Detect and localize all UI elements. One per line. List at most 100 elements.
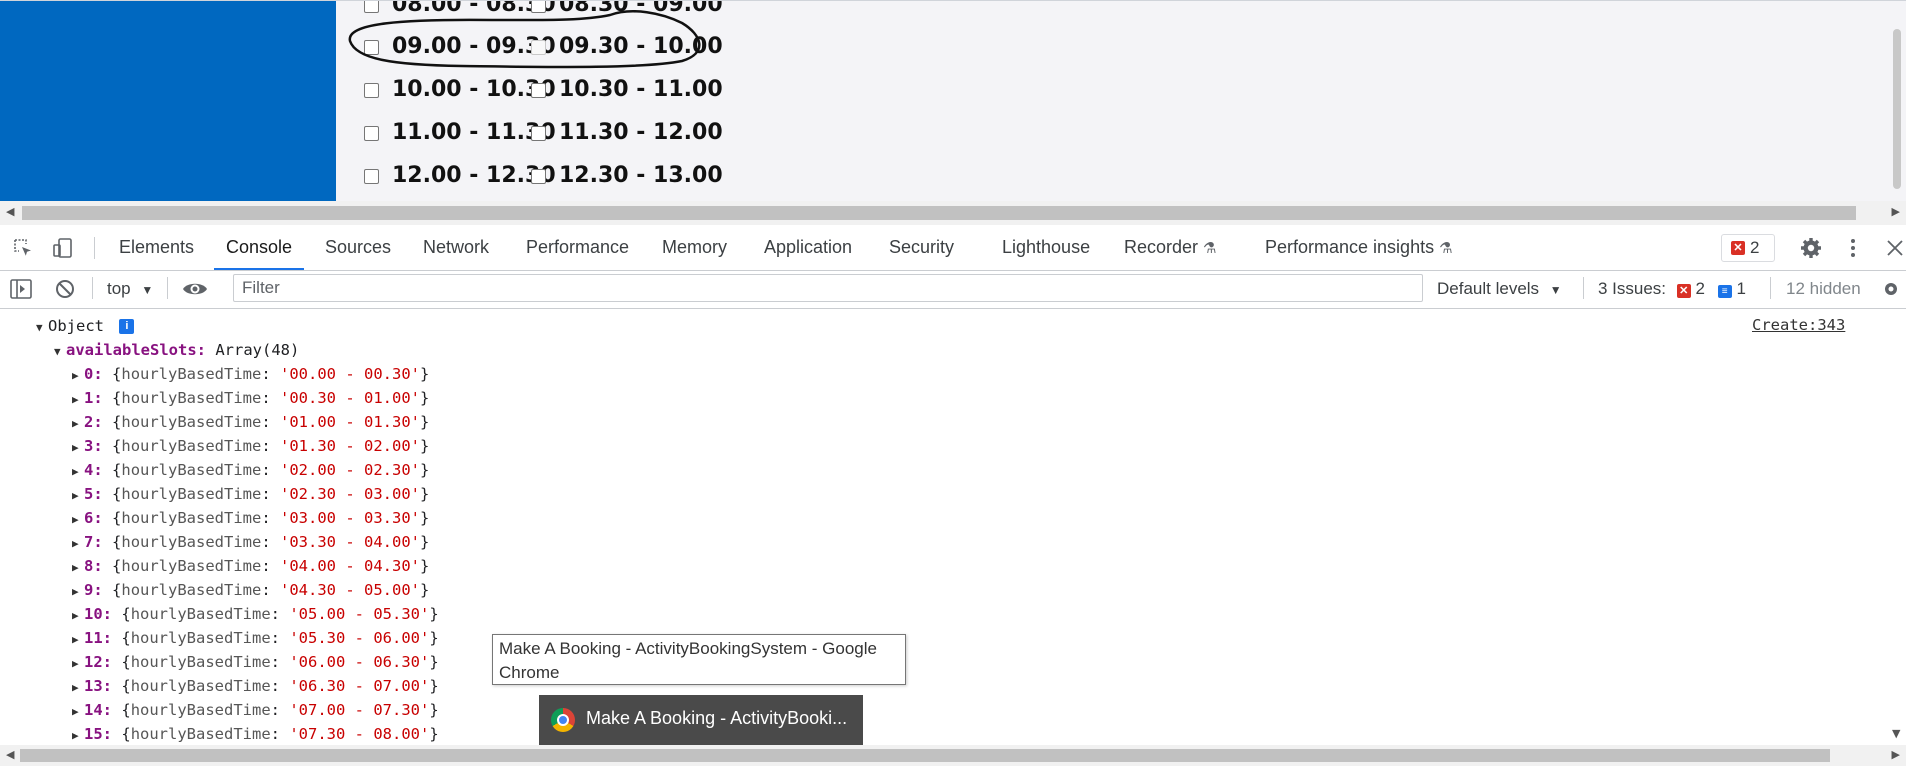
expand-triangle-icon[interactable]: ▶ xyxy=(72,532,84,556)
tab-lighthouse[interactable]: Lighthouse xyxy=(1002,225,1090,270)
gear-icon[interactable] xyxy=(1800,237,1822,259)
expand-triangle-icon[interactable]: ▶ xyxy=(72,460,84,484)
toolbar-divider xyxy=(94,237,95,259)
tab-elements[interactable]: Elements xyxy=(119,225,194,270)
object-log-header[interactable]: ▼ Object i xyxy=(36,314,135,340)
slot-checkbox[interactable] xyxy=(531,169,546,184)
scroll-left-arrow-icon[interactable]: ◀ xyxy=(6,205,14,218)
array-entry-row[interactable]: ▶ 6: {hourlyBasedTime: '03.00 - 03.30'} xyxy=(72,506,429,530)
expand-triangle-icon[interactable]: ▶ xyxy=(72,412,84,436)
entry-value: '00.30 - 01.00' xyxy=(280,389,420,407)
filter-input[interactable] xyxy=(233,274,1423,302)
page-horizontal-scrollbar[interactable]: ◀ ▶ xyxy=(0,201,1906,225)
slot-checkbox[interactable] xyxy=(531,1,546,13)
tab-performance-insights[interactable]: Performance insights ⚗ xyxy=(1265,225,1453,270)
array-property-row[interactable]: ▼ availableSlots: Array(48) xyxy=(54,338,299,362)
array-entry-row[interactable]: ▶ 15: {hourlyBasedTime: '07.30 - 08.00'} xyxy=(72,722,439,745)
issues-button[interactable]: 3 Issues: ✕ 2 ≡ 1 xyxy=(1598,279,1746,299)
console-vertical-scrollbar[interactable]: ▼ xyxy=(1888,309,1906,745)
array-entry-row[interactable]: ▶ 10: {hourlyBasedTime: '05.00 - 05.30'} xyxy=(72,602,439,626)
tab-network[interactable]: Network xyxy=(423,225,489,270)
source-location-link[interactable]: Create:343 xyxy=(1752,316,1845,334)
scroll-left-arrow-icon[interactable]: ◀ xyxy=(6,748,14,761)
array-entry-row[interactable]: ▶ 7: {hourlyBasedTime: '03.30 - 04.00'} xyxy=(72,530,429,554)
error-count-badge[interactable]: ✕ 2 xyxy=(1721,234,1775,262)
scroll-thumb[interactable] xyxy=(1893,29,1901,189)
close-devtools-icon[interactable] xyxy=(1884,237,1906,259)
expand-triangle-icon[interactable]: ▶ xyxy=(72,724,84,745)
tab-console[interactable]: Console xyxy=(213,225,305,270)
slot-checkbox[interactable] xyxy=(364,40,379,55)
slot-checkbox[interactable] xyxy=(364,126,379,141)
more-options-icon[interactable] xyxy=(1842,237,1864,259)
show-sidebar-icon[interactable] xyxy=(10,279,32,299)
slot-checkbox[interactable] xyxy=(364,1,379,13)
console-horizontal-scrollbar[interactable]: ◀ ▶ xyxy=(0,745,1906,766)
expand-triangle-icon[interactable]: ▶ xyxy=(72,676,84,700)
slot-checkbox[interactable] xyxy=(364,169,379,184)
array-entry-row[interactable]: ▶ 11: {hourlyBasedTime: '05.30 - 06.00'} xyxy=(72,626,439,650)
entry-prop-name: hourlyBasedTime xyxy=(130,701,271,719)
tab-recorder[interactable]: Recorder ⚗ xyxy=(1124,225,1217,270)
scroll-down-arrow-icon[interactable]: ▼ xyxy=(1892,727,1900,740)
scroll-right-arrow-icon[interactable]: ▶ xyxy=(1892,748,1900,761)
expand-triangle-icon[interactable]: ▶ xyxy=(72,388,84,412)
log-levels-dropdown[interactable]: Default levels ▼ xyxy=(1437,279,1562,299)
toolbar-divider xyxy=(167,277,168,299)
inspect-element-icon[interactable] xyxy=(12,237,34,259)
entry-prop-name: hourlyBasedTime xyxy=(121,389,262,407)
array-entry-row[interactable]: ▶ 1: {hourlyBasedTime: '00.30 - 01.00'} xyxy=(72,386,429,410)
tab-security[interactable]: Security xyxy=(889,225,954,270)
entry-value: '00.00 - 00.30' xyxy=(280,365,420,383)
expand-triangle-icon[interactable]: ▶ xyxy=(72,628,84,652)
eye-icon[interactable] xyxy=(182,280,208,298)
tab-application[interactable]: Application xyxy=(764,225,852,270)
expand-triangle-icon[interactable]: ▶ xyxy=(72,580,84,604)
array-entry-row[interactable]: ▶ 9: {hourlyBasedTime: '04.30 - 05.00'} xyxy=(72,578,429,602)
slot-checkbox[interactable] xyxy=(364,83,379,98)
tab-label: Elements xyxy=(119,237,195,257)
expand-triangle-icon[interactable]: ▼ xyxy=(36,316,48,340)
array-entry-row[interactable]: ▶ 0: {hourlyBasedTime: '00.00 - 00.30'} xyxy=(72,362,429,386)
scroll-thumb[interactable] xyxy=(20,749,1830,762)
tab-sources[interactable]: Sources xyxy=(325,225,391,270)
scroll-right-arrow-icon[interactable]: ▶ xyxy=(1892,205,1900,218)
context-selector[interactable]: top ▼ xyxy=(107,279,153,299)
array-entry-row[interactable]: ▶ 3: {hourlyBasedTime: '01.30 - 02.00'} xyxy=(72,434,429,458)
array-entry-row[interactable]: ▶ 12: {hourlyBasedTime: '06.00 - 06.30'} xyxy=(72,650,439,674)
expand-triangle-icon[interactable]: ▶ xyxy=(72,652,84,676)
tab-memory[interactable]: Memory xyxy=(662,225,727,270)
array-entry-row[interactable]: ▶ 14: {hourlyBasedTime: '07.00 - 07.30'} xyxy=(72,698,439,722)
entry-index: 5 xyxy=(84,485,94,503)
flask-icon: ⚗ xyxy=(1203,240,1217,257)
console-settings-gear-icon[interactable] xyxy=(1882,280,1900,298)
page-vertical-scrollbar[interactable] xyxy=(1888,1,1906,202)
entry-value: '06.30 - 07.00' xyxy=(289,677,430,695)
taskbar-window-preview[interactable]: Make A Booking - ActivityBooki... xyxy=(539,695,863,745)
array-entry-row[interactable]: ▶ 8: {hourlyBasedTime: '04.00 - 04.30'} xyxy=(72,554,429,578)
expand-triangle-icon[interactable]: ▼ xyxy=(54,340,66,364)
expand-triangle-icon[interactable]: ▶ xyxy=(72,364,84,388)
expand-triangle-icon[interactable]: ▶ xyxy=(72,484,84,508)
device-toolbar-icon[interactable] xyxy=(52,237,74,259)
info-icon[interactable]: i xyxy=(119,319,135,334)
clear-console-icon[interactable] xyxy=(55,279,75,299)
expand-triangle-icon[interactable]: ▶ xyxy=(72,556,84,580)
entry-value: '04.00 - 04.30' xyxy=(280,557,420,575)
log-levels-label: Default levels xyxy=(1437,279,1540,298)
array-entry-row[interactable]: ▶ 13: {hourlyBasedTime: '06.30 - 07.00'} xyxy=(72,674,439,698)
array-entry-row[interactable]: ▶ 2: {hourlyBasedTime: '01.00 - 01.30'} xyxy=(72,410,429,434)
array-entry-row[interactable]: ▶ 4: {hourlyBasedTime: '02.00 - 02.30'} xyxy=(72,458,429,482)
slot-checkbox[interactable] xyxy=(531,126,546,141)
entry-value: '07.00 - 07.30' xyxy=(289,701,430,719)
scroll-thumb[interactable] xyxy=(22,206,1856,220)
slot-checkbox[interactable] xyxy=(531,83,546,98)
tab-performance[interactable]: Performance xyxy=(526,225,629,270)
sidebar-panel xyxy=(0,1,336,202)
expand-triangle-icon[interactable]: ▶ xyxy=(72,508,84,532)
expand-triangle-icon[interactable]: ▶ xyxy=(72,604,84,628)
expand-triangle-icon[interactable]: ▶ xyxy=(72,700,84,724)
array-entry-row[interactable]: ▶ 5: {hourlyBasedTime: '02.30 - 03.00'} xyxy=(72,482,429,506)
console-toolbar: top ▼ Default levels ▼ 3 Issues: ✕ 2 ≡ 1… xyxy=(0,271,1906,309)
expand-triangle-icon[interactable]: ▶ xyxy=(72,436,84,460)
